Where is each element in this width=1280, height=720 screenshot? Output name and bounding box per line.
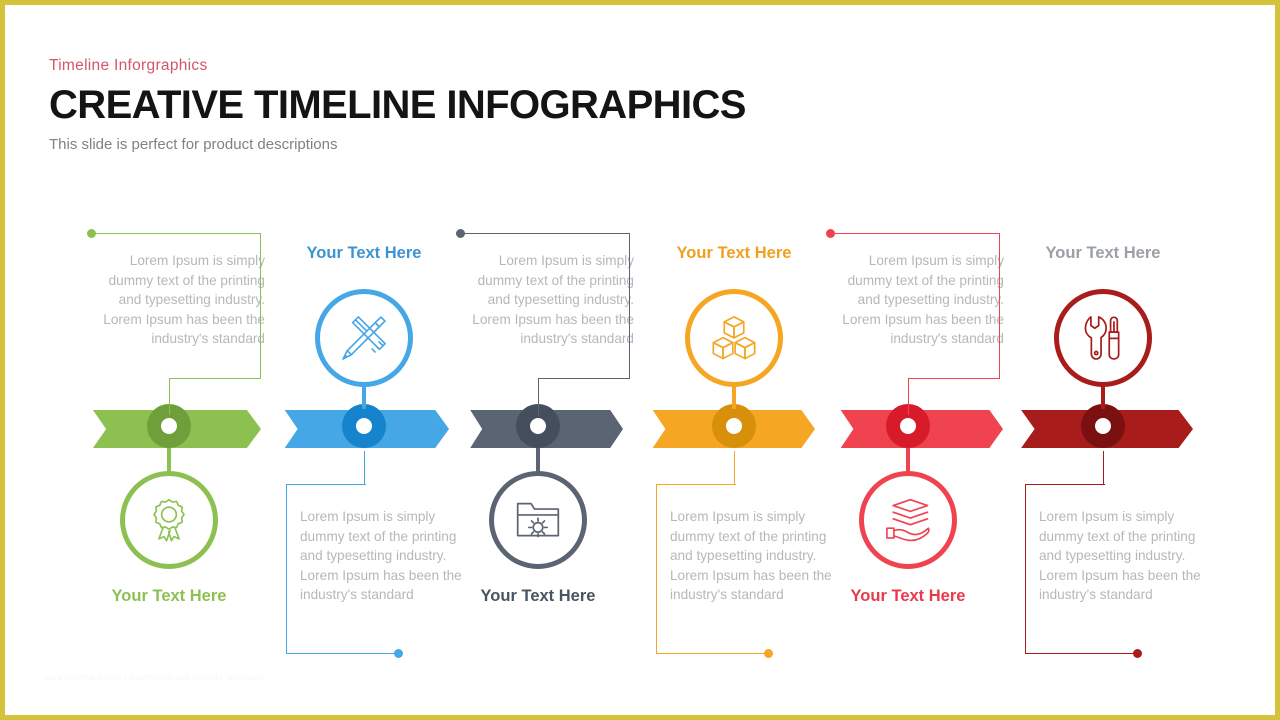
page-title: CREATIVE TIMELINE INFOGRAPHICS: [49, 83, 746, 127]
stacked-boxes-icon: [712, 316, 756, 360]
icon-circle-stacked-boxes-icon[interactable]: [685, 289, 783, 387]
connector-dot: [456, 229, 465, 238]
slide-canvas: Timeline Inforgraphics CREATIVE TIMELINE…: [5, 5, 1275, 715]
connector-line: [538, 378, 540, 415]
connector-line: [656, 484, 658, 654]
connector-dot: [764, 649, 773, 658]
node-center: [726, 418, 742, 434]
connector-line: [1025, 653, 1137, 655]
connector-line: [1103, 451, 1105, 485]
segment-heading-1: Your Text Here: [111, 587, 227, 605]
connector-line: [830, 233, 1000, 235]
connector-line: [629, 233, 631, 379]
page-subtitle: This slide is perfect for product descri…: [49, 136, 338, 153]
icon-circle-pencil-ruler-icon[interactable]: [315, 289, 413, 387]
connector-line: [1025, 484, 1027, 654]
slide-frame: Timeline Inforgraphics CREATIVE TIMELINE…: [0, 0, 1280, 720]
connector-line: [286, 653, 398, 655]
node-center: [530, 418, 546, 434]
eyebrow-label: Timeline Inforgraphics: [49, 57, 208, 74]
node-center: [900, 418, 916, 434]
timeline-node-2[interactable]: [342, 404, 386, 448]
watermark-text: www.slidehack.com | powerpoint and keyno…: [45, 673, 264, 682]
award-ribbon-icon: [153, 498, 185, 542]
slide-header: Timeline Inforgraphics CREATIVE TIMELINE…: [49, 57, 746, 153]
pencil-ruler-icon: [342, 316, 386, 360]
connector-line: [286, 484, 288, 654]
connector-line: [734, 451, 736, 485]
connector-dot: [1133, 649, 1142, 658]
connector-line: [999, 233, 1001, 379]
segment-heading-2: Your Text Here: [306, 244, 422, 262]
folder-gear-icon: [516, 502, 560, 538]
segment-heading-4: Your Text Here: [676, 244, 792, 262]
segment-connector-4: [646, 451, 848, 679]
connector-dot: [826, 229, 835, 238]
icon-circle-wrench-screwdriver-icon[interactable]: [1054, 289, 1152, 387]
connector-line: [286, 484, 366, 486]
connector-dot: [394, 649, 403, 658]
segment-connector-2: [276, 451, 478, 679]
connector-line: [169, 378, 261, 380]
connector-line: [538, 378, 630, 380]
segment-connector-3: [454, 229, 636, 415]
connector-line: [260, 233, 262, 379]
hand-layers-icon: [886, 498, 930, 542]
segment-heading-5: Your Text Here: [850, 587, 966, 605]
node-center: [356, 418, 372, 434]
segment-connector-5: [824, 229, 1006, 415]
segment-heading-6: Your Text Here: [1045, 244, 1161, 262]
node-center: [1095, 418, 1111, 434]
connector-line: [460, 233, 630, 235]
icon-circle-hand-layers-icon[interactable]: [859, 471, 957, 569]
segment-connector-6: [1015, 451, 1217, 679]
connector-line: [364, 451, 366, 485]
connector-dot: [87, 229, 96, 238]
icon-circle-folder-gear-icon[interactable]: [489, 471, 587, 569]
connector-line: [908, 378, 1000, 380]
segment-connector-1: [85, 229, 267, 415]
node-center: [161, 418, 177, 434]
icon-circle-award-ribbon-icon[interactable]: [120, 471, 218, 569]
wrench-screwdriver-icon: [1084, 316, 1120, 360]
connector-line: [908, 378, 910, 415]
timeline-node-4[interactable]: [712, 404, 756, 448]
connector-line: [91, 233, 261, 235]
timeline-node-6[interactable]: [1081, 404, 1125, 448]
connector-line: [169, 378, 171, 415]
connector-line: [656, 653, 768, 655]
connector-line: [1025, 484, 1105, 486]
segment-heading-3: Your Text Here: [480, 587, 596, 605]
connector-line: [656, 484, 736, 486]
